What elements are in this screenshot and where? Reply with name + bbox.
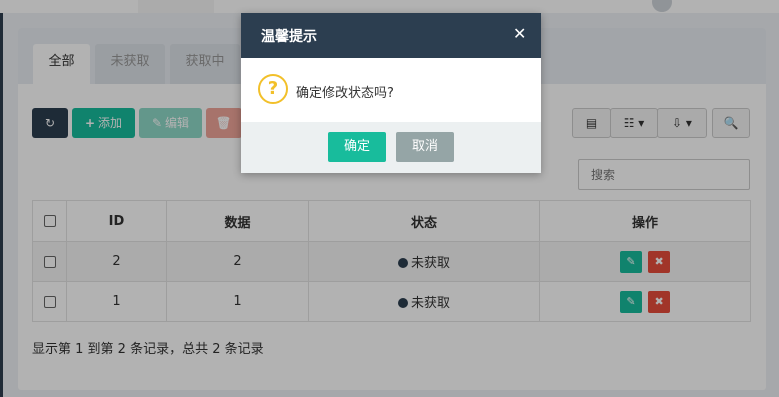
dialog-footer: 确定 取消: [241, 122, 541, 173]
close-icon[interactable]: ✕: [513, 24, 526, 43]
confirm-dialog: 温馨提示 ✕ ? 确定修改状态吗? 确定 取消: [241, 13, 541, 173]
dialog-header: 温馨提示 ✕: [241, 13, 541, 58]
dialog-message: 确定修改状态吗?: [296, 86, 394, 101]
dialog-title: 温馨提示: [261, 29, 317, 45]
cancel-button[interactable]: 取消: [396, 132, 454, 162]
dialog-body: ? 确定修改状态吗?: [241, 58, 541, 122]
confirm-button[interactable]: 确定: [328, 132, 386, 162]
question-icon: ?: [258, 74, 288, 104]
